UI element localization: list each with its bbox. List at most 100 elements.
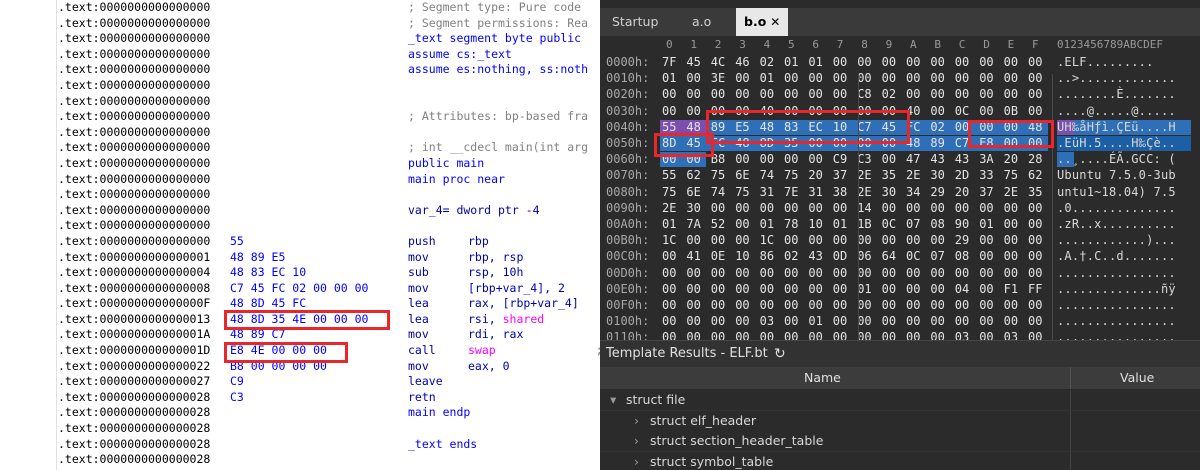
hex-view[interactable]: 0123456789ABCDEF 0123456789ABCDEF 0000h:… (600, 36, 1200, 372)
tab-startup[interactable]: Startup (612, 8, 658, 36)
hex-byte[interactable]: 00 (906, 200, 920, 216)
hex-byte[interactable]: 00 (906, 297, 920, 313)
hex-byte[interactable]: 35 (1028, 184, 1042, 200)
hex-byte[interactable]: 00 (1004, 232, 1018, 248)
hex-byte[interactable]: 00 (711, 265, 725, 281)
hex-byte[interactable]: 00 (833, 281, 847, 297)
hex-byte[interactable]: 00 (1028, 297, 1042, 313)
hex-byte[interactable]: 00 (784, 313, 798, 329)
ascii-text[interactable]: ................ (1057, 313, 1176, 329)
hex-byte[interactable]: 3E (711, 70, 725, 86)
ascii-text[interactable]: .ELF......... (1057, 54, 1154, 70)
hex-byte[interactable]: 00 (833, 86, 847, 102)
ascii-text[interactable]: ............)... (1057, 232, 1176, 248)
hex-byte[interactable]: 00 (735, 232, 749, 248)
hex-byte[interactable]: 00 (784, 281, 798, 297)
ascii-text[interactable]: Ubuntu 7.5.0-3ub (1057, 167, 1176, 183)
hex-byte[interactable]: 62 (686, 167, 700, 183)
hex-byte[interactable]: 00 (1028, 200, 1042, 216)
hex-byte[interactable]: 00 (833, 297, 847, 313)
hex-byte[interactable]: 02 (760, 54, 774, 70)
hex-byte[interactable]: 00 (1004, 86, 1018, 102)
hex-row[interactable]: 00F0h: 00 00 00 00 00 00 00 00 00 00 00 00 00 00 00 00..… (600, 297, 1200, 313)
hex-byte[interactable]: 2E (857, 184, 871, 200)
ascii-text[interactable]: .0.............. (1057, 200, 1176, 216)
hex-byte[interactable]: 00 (784, 70, 798, 86)
hex-byte[interactable]: 00 (979, 200, 993, 216)
hex-row[interactable]: 0070h: 55 62 75 6E 74 75 20 37 2E 35 2E 30 2D 33 75 62 Ub… (600, 167, 1200, 183)
hex-byte[interactable]: 00 (808, 70, 822, 86)
column-header-value[interactable]: Value (1120, 367, 1154, 389)
hex-byte[interactable]: 00 (833, 265, 847, 281)
hex-byte[interactable]: 00 (979, 313, 993, 329)
hex-byte[interactable]: 30 (930, 167, 944, 183)
hex-row[interactable]: 0100h: 00 00 00 00 03 00 01 00 00 00 00 00 00 00 00 00..… (600, 313, 1200, 329)
hex-byte[interactable]: 4C (711, 54, 725, 70)
hex-byte[interactable]: 01 (833, 216, 847, 232)
hex-byte[interactable]: 31 (808, 184, 822, 200)
hex-row[interactable]: 00E0h: 00 00 00 00 00 00 00 00 01 00 00 00 04 00 F1 FF..… (600, 281, 1200, 297)
hex-byte[interactable]: 02 (882, 86, 896, 102)
close-tab-icon[interactable]: ✕ (770, 15, 780, 29)
hex-byte[interactable]: C9 (833, 151, 847, 167)
hex-byte[interactable]: 00 (979, 281, 993, 297)
hex-byte[interactable]: 00 (979, 265, 993, 281)
hex-byte[interactable]: 30 (686, 200, 700, 216)
symbol-reference[interactable]: swap (468, 343, 496, 357)
hex-byte[interactable]: 00 (930, 232, 944, 248)
hex-row[interactable]: 0080h: 75 6E 74 75 31 7E 31 38 2E 30 34 29 20 37 2E 35 un… (600, 184, 1200, 200)
hex-byte[interactable]: 00 (711, 86, 725, 102)
hex-byte[interactable]: 03 (760, 313, 774, 329)
template-tree-row[interactable]: › struct elf_header (600, 410, 1200, 432)
hex-byte[interactable]: 00 (760, 297, 774, 313)
hex-byte[interactable]: 00 (906, 70, 920, 86)
hex-byte[interactable]: 00 (662, 103, 676, 119)
hex-byte[interactable]: 20 (1004, 151, 1018, 167)
hex-byte[interactable]: 00 (662, 248, 676, 264)
hex-byte[interactable]: 00 (979, 248, 993, 264)
hex-byte[interactable]: 00 (784, 86, 798, 102)
hex-byte[interactable]: 00 (955, 200, 969, 216)
hex-byte[interactable]: 00 (1028, 265, 1042, 281)
hex-byte[interactable]: 30 (882, 184, 896, 200)
hex-byte[interactable]: 00 (808, 281, 822, 297)
hex-byte[interactable]: 00 (979, 232, 993, 248)
hex-row[interactable]: 0000h: 7F 45 4C 46 02 01 01 00 00 00 00 00 00 00 00 00 .E… (600, 54, 1200, 70)
hex-byte[interactable]: 01 (808, 54, 822, 70)
hex-byte[interactable]: 00 (1004, 54, 1018, 70)
hex-byte[interactable]: 00 (930, 281, 944, 297)
hex-byte[interactable]: 00 (784, 297, 798, 313)
hex-byte[interactable]: 00 (735, 200, 749, 216)
hex-byte[interactable]: 00 (979, 86, 993, 102)
hex-byte[interactable]: 00 (662, 265, 676, 281)
hex-byte[interactable]: 00 (784, 200, 798, 216)
hex-byte[interactable]: 01 (808, 313, 822, 329)
hex-byte[interactable]: 00 (882, 232, 896, 248)
hex-byte[interactable]: 14 (857, 200, 871, 216)
hex-byte[interactable]: 00 (760, 281, 774, 297)
hex-byte[interactable]: 00 (955, 265, 969, 281)
hex-byte[interactable]: C3 (857, 151, 871, 167)
hex-byte[interactable]: 55 (662, 167, 676, 183)
hex-byte[interactable]: 47 (906, 151, 920, 167)
hex-byte[interactable]: 00 (711, 281, 725, 297)
hex-byte[interactable]: 00 (1028, 103, 1042, 119)
hex-byte[interactable]: 00 (760, 86, 774, 102)
hex-byte[interactable]: 28 (1028, 151, 1042, 167)
hex-byte[interactable]: 00 (930, 297, 944, 313)
hex-byte[interactable]: 00 (662, 86, 676, 102)
hex-byte[interactable]: 00 (906, 232, 920, 248)
hex-byte[interactable]: 75 (711, 167, 725, 183)
hex-byte[interactable]: 00 (686, 86, 700, 102)
hex-byte[interactable]: 43 (808, 248, 822, 264)
ascii-text[interactable]: ....@.....@..... (1057, 103, 1176, 119)
hex-byte[interactable]: 00 (662, 297, 676, 313)
ascii-text[interactable]: .EüH.5....H‰Çè.. (1057, 135, 1176, 151)
ascii-text[interactable]: .zR..x.......... (1057, 216, 1176, 232)
hex-byte[interactable]: 00 (955, 54, 969, 70)
hex-byte[interactable]: 00 (955, 297, 969, 313)
hex-byte[interactable]: 0D (833, 248, 847, 264)
hex-byte[interactable]: 00 (711, 297, 725, 313)
hex-byte[interactable]: 62 (1028, 167, 1042, 183)
hex-row[interactable]: 00B0h: 1C 00 00 00 1C 00 00 00 00 00 00 00 29 00 00 00..… (600, 232, 1200, 248)
